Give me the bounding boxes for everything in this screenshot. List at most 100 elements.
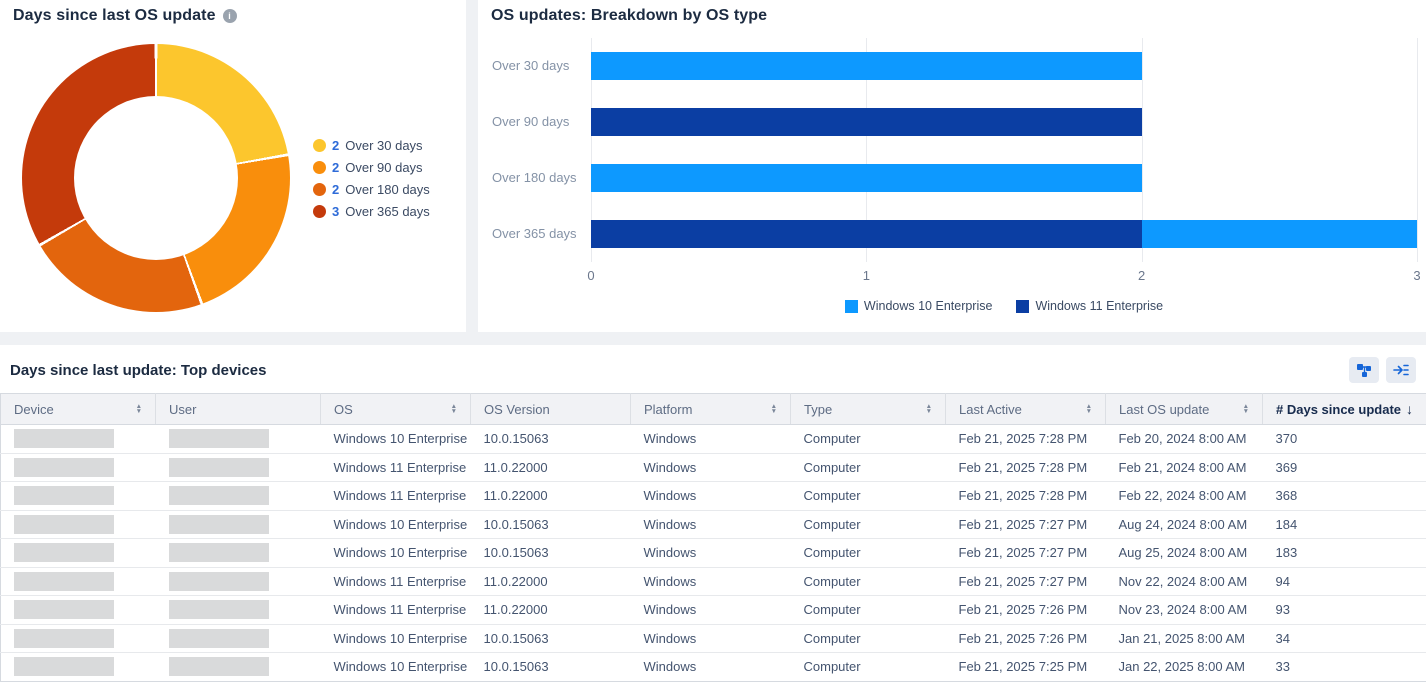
legend-value: 2 xyxy=(332,182,339,197)
column-header-user[interactable]: User xyxy=(156,394,321,425)
top-row: Days since last OS update i 2Over 30 day… xyxy=(0,0,1426,332)
table-row[interactable]: Windows 10 Enterprise10.0.15063WindowsCo… xyxy=(1,624,1426,653)
legend-label: Over 180 days xyxy=(345,182,430,197)
bar-segment[interactable] xyxy=(591,52,1142,80)
bar-legend-swatch xyxy=(1016,300,1029,313)
table-row[interactable]: Windows 10 Enterprise10.0.15063WindowsCo… xyxy=(1,425,1426,454)
cell-days_since_update: 370 xyxy=(1263,425,1426,454)
info-icon[interactable]: i xyxy=(223,9,237,23)
bar-legend-item[interactable]: Windows 11 Enterprise xyxy=(1016,299,1163,313)
column-header-last_active[interactable]: Last Active▲▼ xyxy=(946,394,1106,425)
legend-swatch xyxy=(313,183,326,196)
column-header-device[interactable]: Device▲▼ xyxy=(1,394,156,425)
cell-device xyxy=(1,653,156,682)
hierarchy-view-button[interactable] xyxy=(1349,357,1379,383)
column-header-inner: User xyxy=(169,402,307,417)
legend-label: Over 365 days xyxy=(345,204,430,219)
gridline xyxy=(1417,38,1418,262)
cell-last_active: Feb 21, 2025 7:27 PM xyxy=(946,539,1106,568)
donut-hole xyxy=(74,96,238,260)
column-header-last_os_update[interactable]: Last OS update▲▼ xyxy=(1106,394,1263,425)
table-row[interactable]: Windows 10 Enterprise10.0.15063WindowsCo… xyxy=(1,539,1426,568)
table-row[interactable]: Windows 11 Enterprise11.0.22000WindowsCo… xyxy=(1,567,1426,596)
column-header-inner: Last Active▲▼ xyxy=(959,402,1092,417)
cell-type: Computer xyxy=(791,482,946,511)
bar-legend-label: Windows 11 Enterprise xyxy=(1035,299,1163,313)
column-header-platform[interactable]: Platform▲▼ xyxy=(631,394,791,425)
redacted-value xyxy=(14,543,114,562)
redacted-value xyxy=(14,515,114,534)
table-row[interactable]: Windows 10 Enterprise10.0.15063WindowsCo… xyxy=(1,653,1426,682)
donut-chart[interactable] xyxy=(22,44,290,312)
redacted-value xyxy=(14,657,114,676)
donut-card-title: Days since last OS update i xyxy=(13,7,237,25)
legend-value: 2 xyxy=(332,138,339,153)
cell-days_since_update: 184 xyxy=(1263,510,1426,539)
donut-legend-item[interactable]: 2Over 30 days xyxy=(313,138,430,153)
bar-segment[interactable] xyxy=(1142,220,1417,248)
bar-segment[interactable] xyxy=(591,164,1142,192)
cell-os_version: 10.0.15063 xyxy=(471,539,631,568)
column-header-os_version[interactable]: OS Version xyxy=(471,394,631,425)
cell-days_since_update: 368 xyxy=(1263,482,1426,511)
cell-device xyxy=(1,567,156,596)
cell-type: Computer xyxy=(791,624,946,653)
cell-os: Windows 10 Enterprise xyxy=(321,510,471,539)
bar-row xyxy=(591,164,1417,192)
cell-os_version: 11.0.22000 xyxy=(471,596,631,625)
table-row[interactable]: Windows 10 Enterprise10.0.15063WindowsCo… xyxy=(1,510,1426,539)
bar-segment[interactable] xyxy=(591,220,1142,248)
donut-legend-item[interactable]: 2Over 90 days xyxy=(313,160,430,175)
column-header-inner: OS Version xyxy=(484,402,617,417)
cell-last_os_update: Aug 25, 2024 8:00 AM xyxy=(1106,539,1263,568)
column-header-inner: Last OS update▲▼ xyxy=(1119,402,1249,417)
column-label: Device xyxy=(14,402,54,417)
redacted-value xyxy=(169,629,269,648)
cell-last_os_update: Nov 23, 2024 8:00 AM xyxy=(1106,596,1263,625)
column-label: Type xyxy=(804,402,832,417)
cell-type: Computer xyxy=(791,510,946,539)
bar-legend-item[interactable]: Windows 10 Enterprise xyxy=(845,299,993,313)
bar-category-label: Over 365 days xyxy=(492,226,577,241)
bar-category-label: Over 180 days xyxy=(492,170,577,185)
cell-user xyxy=(156,510,321,539)
cell-user xyxy=(156,453,321,482)
cell-days_since_update: 369 xyxy=(1263,453,1426,482)
cell-last_os_update: Aug 24, 2024 8:00 AM xyxy=(1106,510,1263,539)
column-header-days_since_update[interactable]: # Days since update↓ xyxy=(1263,394,1426,425)
bar-row xyxy=(591,220,1417,248)
cell-last_active: Feb 21, 2025 7:26 PM xyxy=(946,624,1106,653)
bar-segment[interactable] xyxy=(591,108,1142,136)
cell-device xyxy=(1,453,156,482)
cell-device xyxy=(1,482,156,511)
cell-platform: Windows xyxy=(631,539,791,568)
cell-user xyxy=(156,425,321,454)
jump-to-list-button[interactable] xyxy=(1386,357,1416,383)
table-row[interactable]: Windows 11 Enterprise11.0.22000WindowsCo… xyxy=(1,453,1426,482)
sort-icon: ▲▼ xyxy=(771,404,777,414)
cell-last_os_update: Feb 21, 2024 8:00 AM xyxy=(1106,453,1263,482)
cell-type: Computer xyxy=(791,539,946,568)
column-header-type[interactable]: Type▲▼ xyxy=(791,394,946,425)
column-header-os[interactable]: OS▲▼ xyxy=(321,394,471,425)
redacted-value xyxy=(169,429,269,448)
sort-icon: ▲▼ xyxy=(1086,404,1092,414)
x-tick-label: 0 xyxy=(587,268,594,283)
bar-category-label: Over 90 days xyxy=(492,114,569,129)
table-row[interactable]: Windows 11 Enterprise11.0.22000WindowsCo… xyxy=(1,596,1426,625)
redacted-value xyxy=(14,458,114,477)
x-tick-label: 1 xyxy=(863,268,870,283)
cell-last_active: Feb 21, 2025 7:28 PM xyxy=(946,425,1106,454)
donut-legend-item[interactable]: 2 Over 180 days xyxy=(313,182,430,197)
table-row[interactable]: Windows 11 Enterprise11.0.22000WindowsCo… xyxy=(1,482,1426,511)
column-header-inner: OS▲▼ xyxy=(334,402,457,417)
bar-card: OS updates: Breakdown by OS type Over 30… xyxy=(478,0,1426,332)
donut-legend-item[interactable]: 3Over 365 days xyxy=(313,204,430,219)
table-header-bar: Days since last update: Top devices xyxy=(0,345,1426,393)
redacted-value xyxy=(169,515,269,534)
redacted-value xyxy=(169,486,269,505)
cell-last_os_update: Nov 22, 2024 8:00 AM xyxy=(1106,567,1263,596)
cell-days_since_update: 33 xyxy=(1263,653,1426,682)
legend-swatch xyxy=(313,139,326,152)
hierarchy-view-icon xyxy=(1356,362,1372,378)
